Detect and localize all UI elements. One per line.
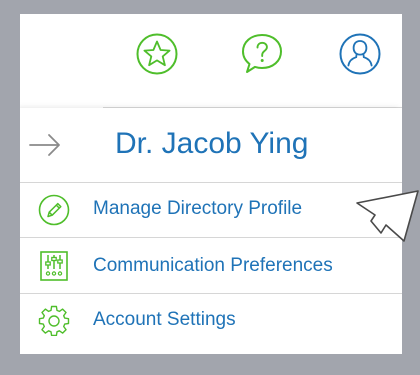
help-icon[interactable]: [240, 32, 284, 76]
screen-backdrop: Dr. Jacob Ying Manage Directory Profile: [0, 0, 420, 375]
menu-item-label: Communication Preferences: [93, 255, 333, 276]
menu-item-manage-directory-profile[interactable]: Manage Directory Profile: [20, 183, 402, 238]
menu-item-label: Account Settings: [93, 309, 236, 330]
user-name: Dr. Jacob Ying: [115, 127, 309, 160]
menu-item-communication-preferences[interactable]: Communication Preferences: [20, 238, 402, 294]
star-icon[interactable]: [135, 32, 179, 76]
menu-item-label: Manage Directory Profile: [93, 198, 303, 219]
user-header: Dr. Jacob Ying: [20, 108, 402, 183]
user-menu: Dr. Jacob Ying Manage Directory Profile: [20, 108, 402, 354]
profile-icon[interactable]: [338, 32, 382, 76]
app-panel: Dr. Jacob Ying Manage Directory Profile: [20, 14, 402, 354]
gear-icon: [38, 304, 70, 336]
menu-item-account-settings[interactable]: Account Settings: [20, 294, 402, 346]
sliders-icon: [38, 250, 70, 282]
arrow-right-icon[interactable]: [28, 132, 62, 158]
top-toolbar: [20, 14, 402, 108]
pencil-icon: [38, 194, 70, 226]
